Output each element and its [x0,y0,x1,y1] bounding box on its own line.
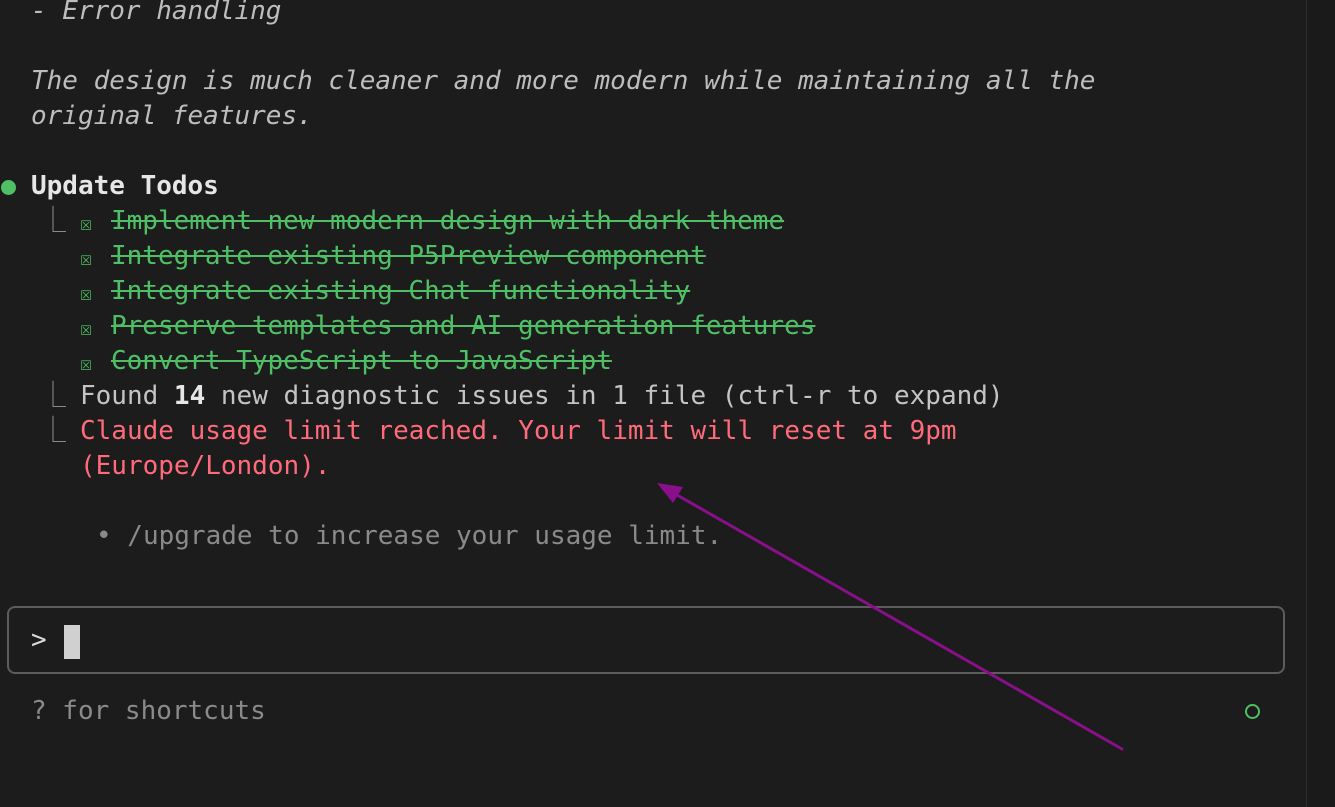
summary-line-2: original features. [31,101,313,131]
todo-item: Implement new modern design with dark th… [111,206,785,236]
shortcuts-hint: ? for shortcuts [31,696,266,726]
previous-bullet-line: - Error handling [31,0,282,26]
prompt-symbol: > [31,625,47,655]
checked-box-icon: ☒ [80,211,93,235]
text-cursor [64,625,80,659]
todo-item: Convert TypeScript to JavaScript [111,346,612,376]
todos-title: Update Todos [31,171,219,201]
checked-box-icon: ☒ [80,316,93,340]
diagnostics-suffix: new diagnostic issues in 1 file (ctrl-r … [205,381,1004,411]
usage-limit-error-line-1: Claude usage limit reached. Your limit w… [80,416,957,446]
diagnostics-message[interactable]: Found 14 new diagnostic issues in 1 file… [80,379,1004,414]
green-dot-icon [1,180,16,195]
upgrade-tip: • /upgrade to increase your usage limit. [96,521,723,551]
todo-item: Preserve templates and AI generation fea… [111,311,816,341]
branch-icon: ⎿ [40,381,67,411]
diagnostics-prefix: Found [80,381,174,411]
scrollbar-track[interactable] [1306,0,1335,807]
summary-line-1: The design is much cleaner and more mode… [31,66,1096,96]
branch-icon: ⎿ [40,416,67,446]
prompt-input[interactable]: > [7,606,1285,674]
todo-item: Integrate existing P5Preview component [111,241,706,271]
branch-icon: ⎿ [40,206,67,236]
todo-item: Integrate existing Chat functionality [111,276,691,306]
diagnostics-count: 14 [173,381,206,411]
checked-box-icon: ☒ [80,281,93,305]
checked-box-icon: ☒ [80,351,93,375]
green-ring-icon [1245,704,1260,719]
usage-limit-error-line-2: (Europe/London). [80,451,331,481]
checked-box-icon: ☒ [80,246,93,270]
